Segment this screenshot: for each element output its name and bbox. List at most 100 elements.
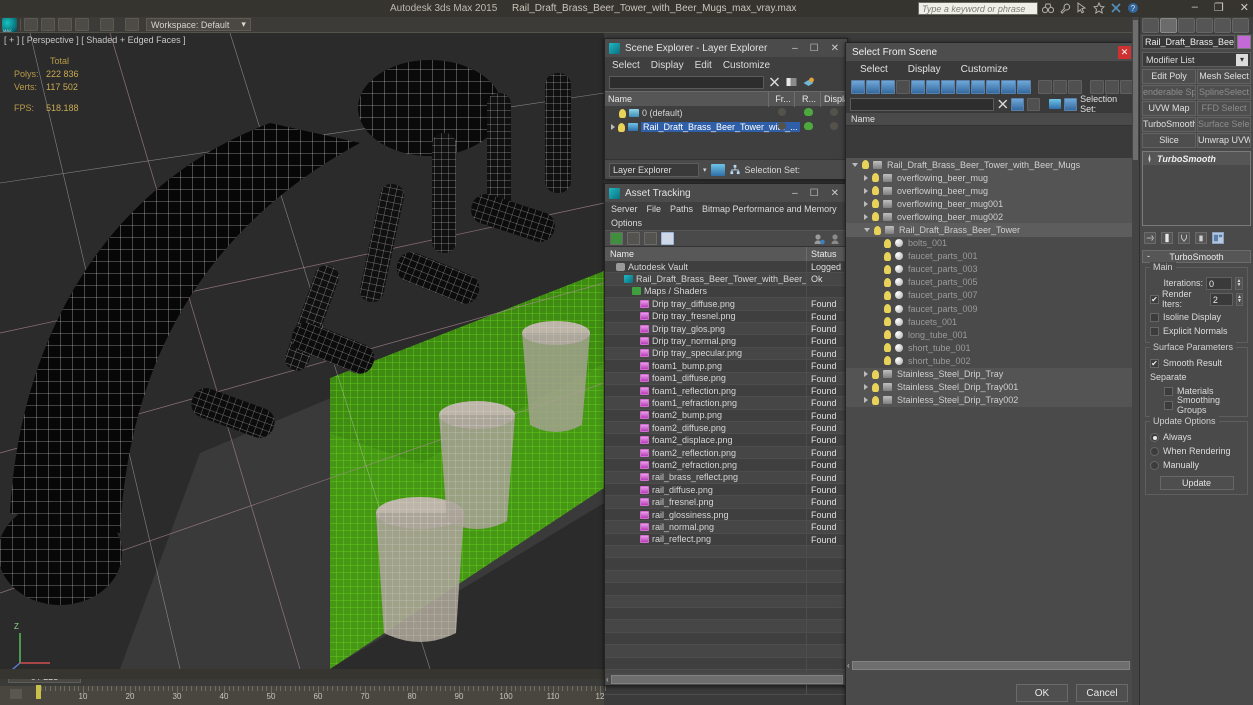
filter-helpers-icon[interactable] xyxy=(926,79,941,94)
undo-button[interactable] xyxy=(75,18,89,31)
filter-geometry-icon[interactable] xyxy=(866,79,881,94)
update-manually-row[interactable]: Manually xyxy=(1150,458,1243,472)
menu-display[interactable]: Display xyxy=(651,60,684,71)
asset-row[interactable]: foam1_diffuse.png Found xyxy=(605,372,847,385)
light-bulb-icon[interactable] xyxy=(884,264,891,274)
light-bulb-icon[interactable] xyxy=(872,173,879,183)
light-bulb-icon[interactable] xyxy=(872,382,879,392)
renderable-cell[interactable] xyxy=(795,108,821,118)
isoline-row[interactable]: Isoline Display xyxy=(1150,310,1243,324)
light-bulb-icon[interactable] xyxy=(884,317,891,327)
menu-customize[interactable]: Customize xyxy=(961,64,1008,75)
asset-row[interactable]: foam1_reflection.png Found xyxy=(605,384,847,398)
expand-arrow-icon[interactable] xyxy=(864,200,868,207)
display-cell[interactable] xyxy=(821,122,847,132)
asset-row[interactable]: foam1_bump.png Found xyxy=(605,360,847,373)
refresh-icon[interactable] xyxy=(610,232,623,245)
star-icon[interactable] xyxy=(1093,2,1105,14)
scene-explorer-titlebar[interactable]: Scene Explorer - Layer Explorer – ☐ ✕ xyxy=(605,39,847,57)
asset-row[interactable]: foam2_diffuse.png Found xyxy=(605,422,847,435)
modifier-button-surface-select[interactable]: Surface Select xyxy=(1197,117,1251,132)
layer-row-selected[interactable]: Rail_Draft_Brass_Beer_Tower_with_... xyxy=(605,120,847,134)
filter-space-warps-icon[interactable] xyxy=(941,79,956,94)
menu-file[interactable]: File xyxy=(647,204,662,214)
modifier-button-unwrap-uvw[interactable]: Unwrap UVW xyxy=(1197,133,1251,148)
modifier-button-uvw-map[interactable]: UVW Map xyxy=(1142,101,1196,116)
scene-tree-row[interactable]: Stainless_Steel_Drip_Tray002 xyxy=(846,393,1136,407)
layer-props-icon[interactable] xyxy=(802,76,815,88)
scene-tree-row[interactable]: faucet_parts_001 xyxy=(846,250,1136,263)
scene-tree-row[interactable]: long_tube_001 xyxy=(846,328,1136,341)
clear-x-icon[interactable] xyxy=(997,98,1009,110)
scene-tree-row[interactable]: Stainless_Steel_Drip_Tray xyxy=(846,367,1136,381)
layer-manager-icon[interactable] xyxy=(710,163,725,176)
new-layer-icon[interactable] xyxy=(785,76,798,88)
funnel-filter-icon[interactable] xyxy=(1089,79,1104,94)
scene-explorer-window[interactable]: Scene Explorer - Layer Explorer – ☐ ✕ Se… xyxy=(604,38,848,180)
help-icon[interactable]: ? xyxy=(1127,2,1139,14)
asset-row[interactable]: foam1_refraction.png Found xyxy=(605,397,847,410)
undo-dropdown-icon[interactable] xyxy=(92,18,97,31)
scene-tree-row[interactable]: overflowing_beer_mug xyxy=(846,171,1136,185)
grid-view-icon[interactable] xyxy=(661,232,674,245)
asset-row[interactable]: foam2_bump.png Found xyxy=(605,409,847,423)
iterations-input[interactable]: 0 xyxy=(1206,276,1232,290)
scene-tree-row[interactable]: faucets_001 xyxy=(846,315,1136,328)
collapse-arrow-icon[interactable] xyxy=(852,162,858,167)
open-file-button[interactable] xyxy=(41,18,55,31)
scene-tree[interactable]: Rail_Draft_Brass_Beer_Tower_with_Beer_Mu… xyxy=(846,158,1136,705)
light-bulb-icon[interactable] xyxy=(884,304,891,314)
filter-lights-icon[interactable] xyxy=(896,79,911,94)
update-manually-radio[interactable] xyxy=(1150,460,1159,470)
modifier-button-splineselect[interactable]: SplineSelect xyxy=(1197,85,1251,100)
render-iters-input[interactable]: 2 xyxy=(1209,292,1233,306)
tab-modify[interactable] xyxy=(1160,18,1177,33)
expand-arrow-icon[interactable] xyxy=(864,174,868,181)
renderable-cell[interactable] xyxy=(795,122,821,132)
select-from-scene-column-header[interactable]: Name xyxy=(846,113,1134,126)
display-cell[interactable] xyxy=(821,108,847,118)
thumbnail-view-icon[interactable] xyxy=(644,232,657,245)
expand-all-icon[interactable] xyxy=(1038,79,1053,94)
light-bulb-icon[interactable] xyxy=(862,160,869,170)
layer-row-default[interactable]: 0 (default) xyxy=(605,106,847,120)
modifier-button-turbosmooth[interactable]: TurboSmooth xyxy=(1142,117,1196,132)
sort-icon[interactable] xyxy=(1104,79,1119,94)
update-always-row[interactable]: Always xyxy=(1150,430,1243,444)
smooth-result-checkbox[interactable] xyxy=(1150,358,1159,368)
update-always-radio[interactable] xyxy=(1150,432,1159,442)
scene-tree-row[interactable]: overflowing_beer_mug xyxy=(846,184,1136,198)
explicit-normals-row[interactable]: Explicit Normals xyxy=(1150,324,1243,338)
column-status[interactable]: Status xyxy=(807,247,847,261)
scene-tree-row[interactable]: short_tube_001 xyxy=(846,341,1136,354)
select-by-name-icon[interactable] xyxy=(1011,97,1024,111)
scene-tree-row[interactable]: overflowing_beer_mug001 xyxy=(846,197,1136,211)
show-end-result-icon[interactable] xyxy=(1161,231,1173,244)
display-children-icon[interactable] xyxy=(1068,79,1083,94)
layers-icon[interactable] xyxy=(1049,99,1062,109)
time-slider-handle[interactable] xyxy=(36,685,41,699)
asset-row[interactable]: rail_reflect.png Found xyxy=(605,533,847,546)
modifier-stack[interactable]: TurboSmooth xyxy=(1142,151,1251,226)
search-input[interactable]: Type a keyword or phrase xyxy=(918,2,1038,15)
render-iters-checkbox[interactable] xyxy=(1150,294,1159,304)
track-bar-icon[interactable] xyxy=(10,689,22,699)
make-unique-icon[interactable] xyxy=(1178,231,1190,244)
update-when-rendering-radio[interactable] xyxy=(1150,446,1159,456)
menu-select[interactable]: Select xyxy=(860,64,888,75)
scene-tree-row[interactable]: bolts_001 xyxy=(846,237,1136,250)
light-bulb-icon[interactable] xyxy=(872,186,879,196)
tab-display[interactable] xyxy=(1214,18,1231,33)
modifier-button-mesh-select[interactable]: Mesh Select xyxy=(1197,69,1251,84)
max-logo-icon[interactable] xyxy=(2,17,17,33)
menu-display[interactable]: Display xyxy=(908,64,941,75)
filter-groups-icon[interactable] xyxy=(956,79,971,94)
list-view-icon[interactable] xyxy=(627,232,640,245)
panel-scrollbar-thumb[interactable] xyxy=(1133,20,1138,160)
menu-edit[interactable]: Edit xyxy=(695,60,712,71)
asset-tracking-minimize-button[interactable]: – xyxy=(792,188,798,199)
filter-cameras-icon[interactable] xyxy=(911,79,926,94)
column-frozen[interactable]: Fr... xyxy=(769,91,795,107)
ok-button[interactable]: OK xyxy=(1016,684,1068,702)
minimize-button[interactable]: – xyxy=(1192,1,1198,14)
